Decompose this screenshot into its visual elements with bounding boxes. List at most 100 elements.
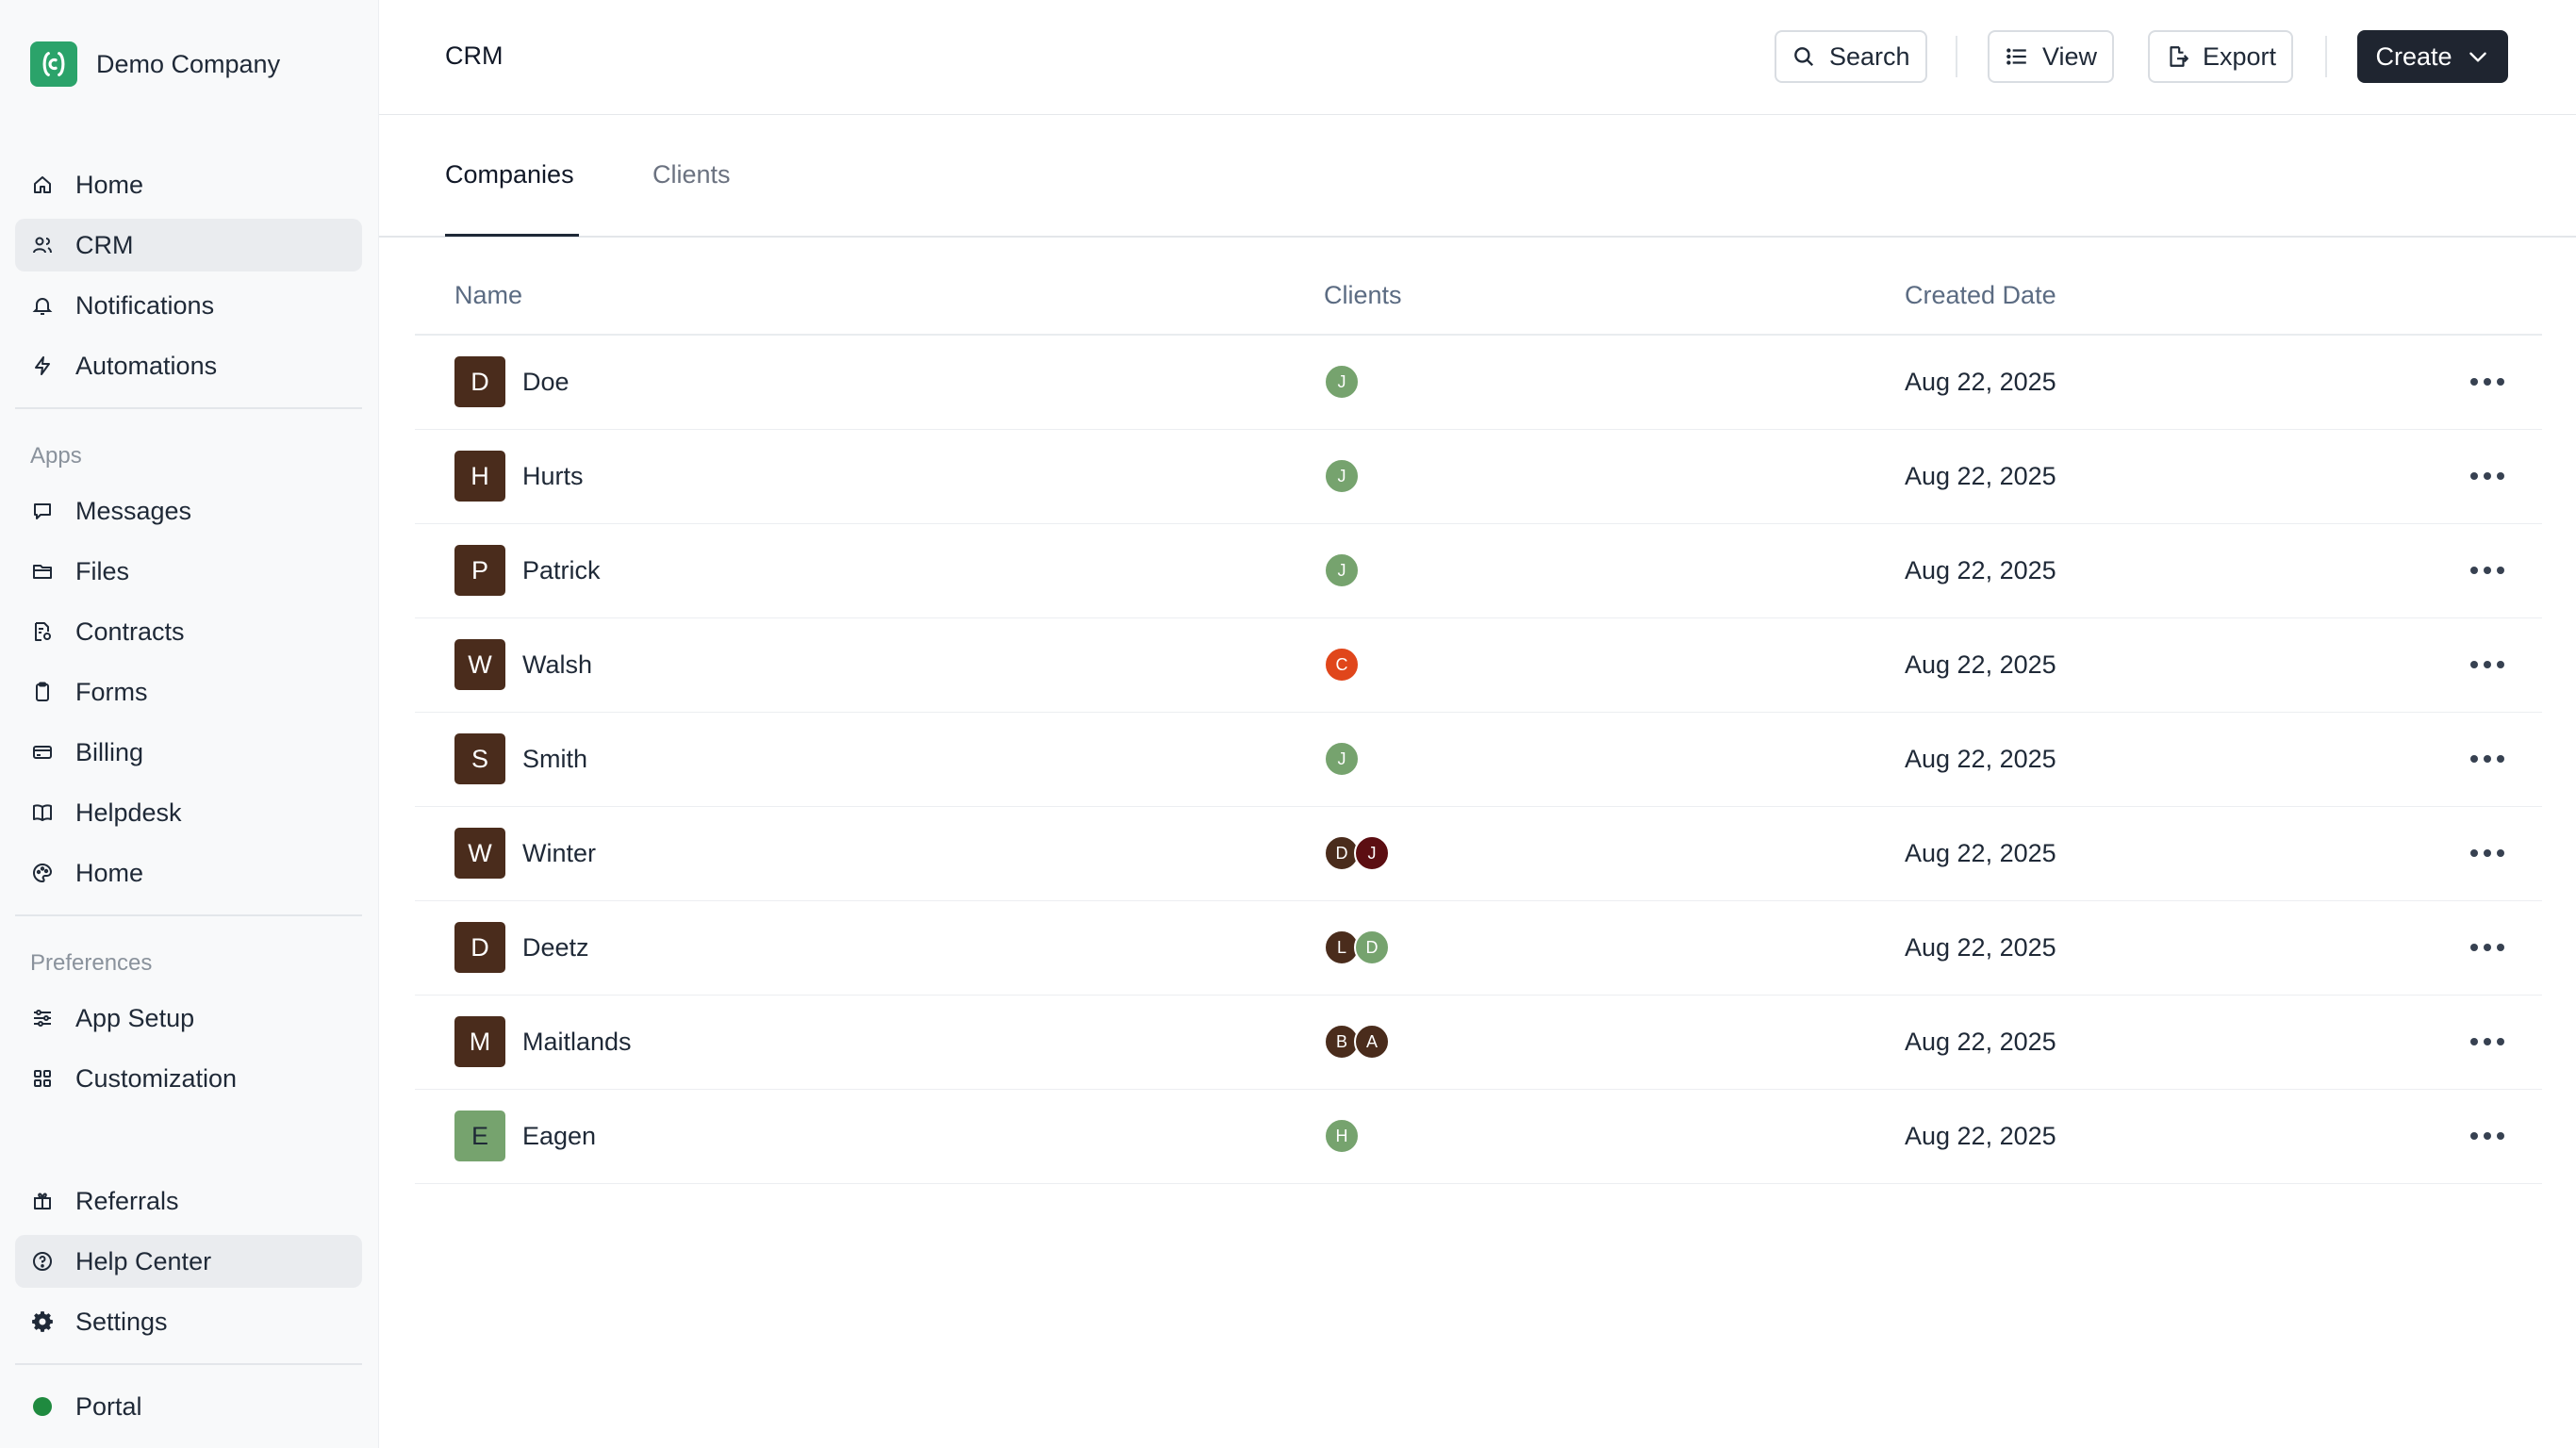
sidebar-item-label: Billing xyxy=(75,737,144,766)
sidebar-item-automations[interactable]: Automations xyxy=(15,339,362,392)
sidebar-item-forms[interactable]: Forms xyxy=(15,666,362,718)
message-icon xyxy=(30,499,55,523)
companies-table: Name Clients Created Date D Doe J Aug 22, 2… xyxy=(415,238,2542,1184)
sidebar-item-label: Help Center xyxy=(75,1246,212,1275)
company-name[interactable]: Patrick xyxy=(522,556,601,585)
created-date: Aug 22, 2025 xyxy=(1905,839,2056,867)
table-row[interactable]: S Smith J Aug 22, 2025 xyxy=(415,713,2542,807)
sidebar-item-messages[interactable]: Messages xyxy=(15,485,362,537)
more-options-icon[interactable] xyxy=(2461,1028,2514,1056)
tab-clients[interactable]: Clients xyxy=(652,160,731,189)
client-avatars: C xyxy=(1324,647,1360,683)
credit-card-icon xyxy=(30,740,55,765)
sliders-icon xyxy=(30,1006,55,1030)
company-avatar: W xyxy=(454,828,505,879)
company-name[interactable]: Walsh xyxy=(522,650,592,680)
main-content: CRM Search View Export Create Companies xyxy=(379,0,2576,1448)
table-row[interactable]: D Deetz L D Aug 22, 2025 xyxy=(415,901,2542,996)
sidebar-item-customization[interactable]: Customization xyxy=(15,1052,362,1105)
tab-companies[interactable]: Companies xyxy=(445,160,574,189)
table-row[interactable]: M Maitlands B A Aug 22, 2025 xyxy=(415,996,2542,1090)
table-row[interactable]: P Patrick J Aug 22, 2025 xyxy=(415,524,2542,618)
company-name[interactable]: Maitlands xyxy=(522,1028,632,1057)
sidebar-item-help-center[interactable]: Help Center xyxy=(15,1235,362,1288)
more-options-icon[interactable] xyxy=(2461,839,2514,867)
company-name[interactable]: Doe xyxy=(522,368,570,397)
company-name[interactable]: Deetz xyxy=(522,933,589,963)
company-name[interactable]: Hurts xyxy=(522,462,584,491)
sidebar-item-label: Referrals xyxy=(75,1186,179,1215)
search-label: Search xyxy=(1829,41,1910,71)
client-avatar[interactable]: J xyxy=(1324,552,1360,588)
sidebar-item-label: Automations xyxy=(75,351,218,380)
home-icon xyxy=(30,173,55,197)
created-date: Aug 22, 2025 xyxy=(1905,462,2056,490)
company-name[interactable]: Eagen xyxy=(522,1122,596,1151)
client-avatar[interactable]: J xyxy=(1324,364,1360,400)
client-avatars: J xyxy=(1324,552,1360,588)
sidebar-item-crm[interactable]: CRM xyxy=(15,219,362,272)
sidebar-item-notifications[interactable]: Notifications xyxy=(15,279,362,332)
company-name: Demo Company xyxy=(96,49,281,78)
client-avatar[interactable]: H xyxy=(1324,1118,1360,1154)
sidebar-item-app-setup[interactable]: App Setup xyxy=(15,992,362,1045)
client-avatars: J xyxy=(1324,364,1360,400)
company-avatar: M xyxy=(454,1016,505,1067)
sidebar-item-contracts[interactable]: Contracts xyxy=(15,605,362,658)
company-avatar: W xyxy=(454,639,505,690)
more-options-icon[interactable] xyxy=(2461,1122,2514,1150)
sidebar-item-label: Portal xyxy=(75,1391,142,1421)
sidebar-item-label: App Setup xyxy=(75,1003,195,1032)
column-header-name[interactable]: Name xyxy=(454,281,522,310)
company-name[interactable]: Winter xyxy=(522,839,596,868)
sidebar-item-portal[interactable]: Portal xyxy=(15,1380,362,1433)
view-button[interactable]: View xyxy=(1988,30,2115,83)
sidebar-item-label: Helpdesk xyxy=(75,798,182,827)
client-avatar[interactable]: J xyxy=(1324,741,1360,777)
more-options-icon[interactable] xyxy=(2461,368,2514,396)
grid-icon xyxy=(30,1066,55,1091)
export-button[interactable]: Export xyxy=(2148,30,2294,83)
created-date: Aug 22, 2025 xyxy=(1905,1028,2056,1056)
sidebar-item-home[interactable]: Home xyxy=(15,158,362,211)
sidebar-item-files[interactable]: Files xyxy=(15,545,362,598)
table-row[interactable]: D Doe J Aug 22, 2025 xyxy=(415,336,2542,430)
search-button[interactable]: Search xyxy=(1775,30,1927,83)
client-avatar[interactable]: J xyxy=(1354,835,1390,871)
sidebar-item-billing[interactable]: Billing xyxy=(15,726,362,779)
apps-section-label: Apps xyxy=(30,443,82,469)
sidebar-item-settings[interactable]: Settings xyxy=(15,1295,362,1348)
sidebar-item-home-app[interactable]: Home xyxy=(15,847,362,899)
created-date: Aug 22, 2025 xyxy=(1905,1122,2056,1150)
sidebar-item-helpdesk[interactable]: Helpdesk xyxy=(15,786,362,839)
table-header: Name Clients Created Date xyxy=(415,238,2542,336)
table-row[interactable]: W Winter D J Aug 22, 2025 xyxy=(415,807,2542,901)
more-options-icon[interactable] xyxy=(2461,462,2514,490)
more-options-icon[interactable] xyxy=(2461,933,2514,962)
more-options-icon[interactable] xyxy=(2461,556,2514,584)
create-label: Create xyxy=(2375,41,2452,71)
users-icon xyxy=(30,233,55,257)
more-options-icon[interactable] xyxy=(2461,745,2514,773)
client-avatar[interactable]: J xyxy=(1324,458,1360,494)
table-row[interactable]: H Hurts J Aug 22, 2025 xyxy=(415,430,2542,524)
table-row[interactable]: W Walsh C Aug 22, 2025 xyxy=(415,618,2542,713)
client-avatar[interactable]: A xyxy=(1354,1024,1390,1060)
company-avatar: S xyxy=(454,733,505,784)
column-header-created-date[interactable]: Created Date xyxy=(1905,281,2056,310)
company-avatar: D xyxy=(454,922,505,973)
client-avatars: BA xyxy=(1324,1024,1390,1060)
sidebar-item-referrals[interactable]: Referrals xyxy=(15,1175,362,1227)
client-avatar[interactable]: D xyxy=(1354,930,1390,965)
table-row[interactable]: E Eagen H Aug 22, 2025 xyxy=(415,1090,2542,1184)
more-options-icon[interactable] xyxy=(2461,650,2514,679)
client-avatar[interactable]: C xyxy=(1324,647,1360,683)
sidebar-item-label: Forms xyxy=(75,677,148,706)
preferences-section-label: Preferences xyxy=(30,950,153,976)
column-header-clients[interactable]: Clients xyxy=(1324,281,1402,310)
create-button[interactable]: Create xyxy=(2357,30,2508,83)
company-name[interactable]: Smith xyxy=(522,745,587,774)
company-avatar: P xyxy=(454,545,505,596)
export-icon xyxy=(2170,46,2188,67)
workspace-switcher[interactable]: Demo Company xyxy=(30,41,280,87)
